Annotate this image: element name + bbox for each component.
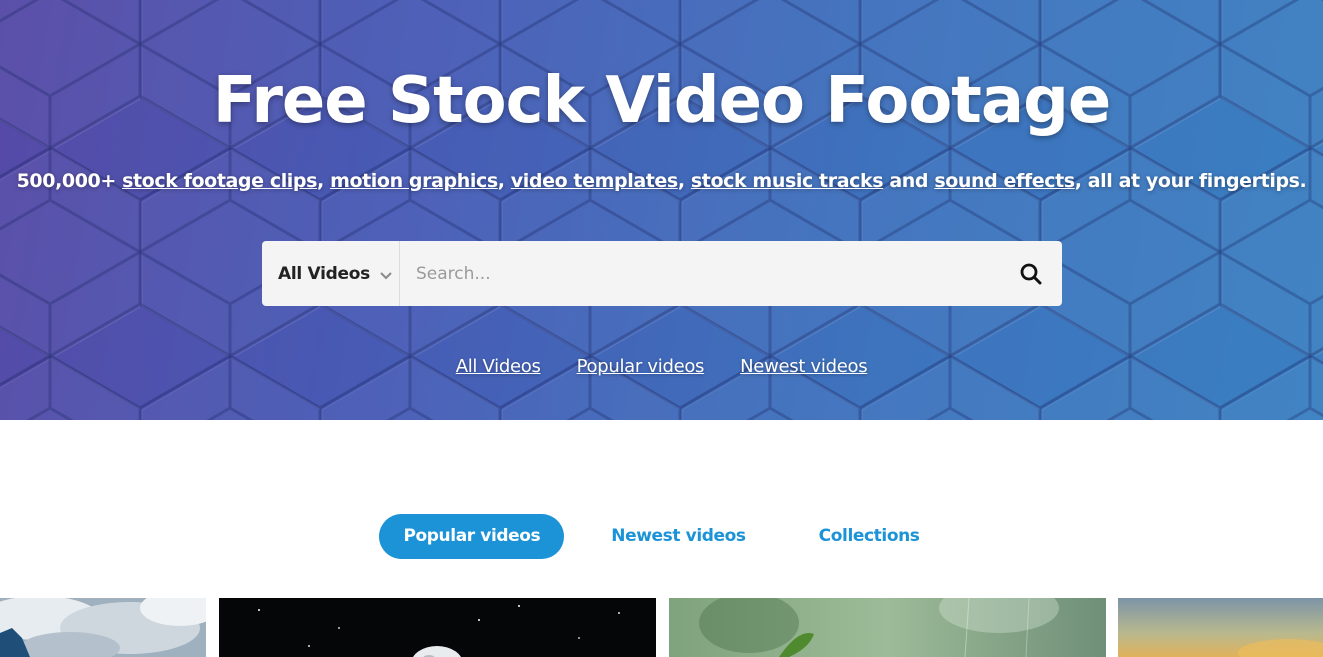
video-tabs: Popular videos Newest videos Collections [0, 514, 1323, 559]
video-templates-link[interactable]: video templates [511, 170, 678, 192]
video-thumbnail-sunset[interactable] [1118, 598, 1323, 657]
hero-subtitle: 500,000+ stock footage clips, motion gra… [0, 170, 1323, 192]
hero-banner: Free Stock Video Footage 500,000+ stock … [0, 0, 1323, 420]
popular-videos-link[interactable]: Popular videos [577, 356, 705, 377]
category-dropdown[interactable]: All Videos [262, 241, 400, 306]
stock-footage-clips-link[interactable]: stock footage clips [122, 170, 317, 192]
subtitle-separator: , [677, 170, 691, 192]
motion-graphics-link[interactable]: motion graphics [330, 170, 498, 192]
tab-popular-videos[interactable]: Popular videos [379, 514, 565, 559]
category-dropdown-label: All Videos [278, 263, 370, 284]
search-input[interactable] [400, 241, 1000, 306]
page-title: Free Stock Video Footage [212, 64, 1112, 138]
all-videos-link[interactable]: All Videos [456, 356, 541, 377]
video-thumbnail-rain-leaf[interactable] [669, 598, 1106, 657]
stock-music-tracks-link[interactable]: stock music tracks [691, 170, 884, 192]
tab-collections[interactable]: Collections [795, 514, 944, 559]
video-thumbnail-moon[interactable] [219, 598, 656, 657]
magnifier-icon [1020, 263, 1042, 284]
subtitle-separator: , [317, 170, 331, 192]
newest-videos-link[interactable]: Newest videos [740, 356, 867, 377]
subtitle-count: 500,000+ [16, 170, 123, 192]
subtitle-separator: , [497, 170, 511, 192]
video-thumbnail-clouds[interactable] [0, 598, 206, 657]
chevron-down-icon [380, 271, 392, 279]
sound-effects-link[interactable]: sound effects [934, 170, 1075, 192]
search-bar: All Videos [262, 241, 1062, 306]
search-button[interactable] [1000, 241, 1062, 306]
subtitle-suffix: , all at your fingertips. [1074, 170, 1307, 192]
tab-newest-videos[interactable]: Newest videos [587, 514, 769, 559]
subtitle-separator: and [883, 170, 935, 192]
hero-quick-links: All Videos Popular videos Newest videos [0, 356, 1323, 377]
